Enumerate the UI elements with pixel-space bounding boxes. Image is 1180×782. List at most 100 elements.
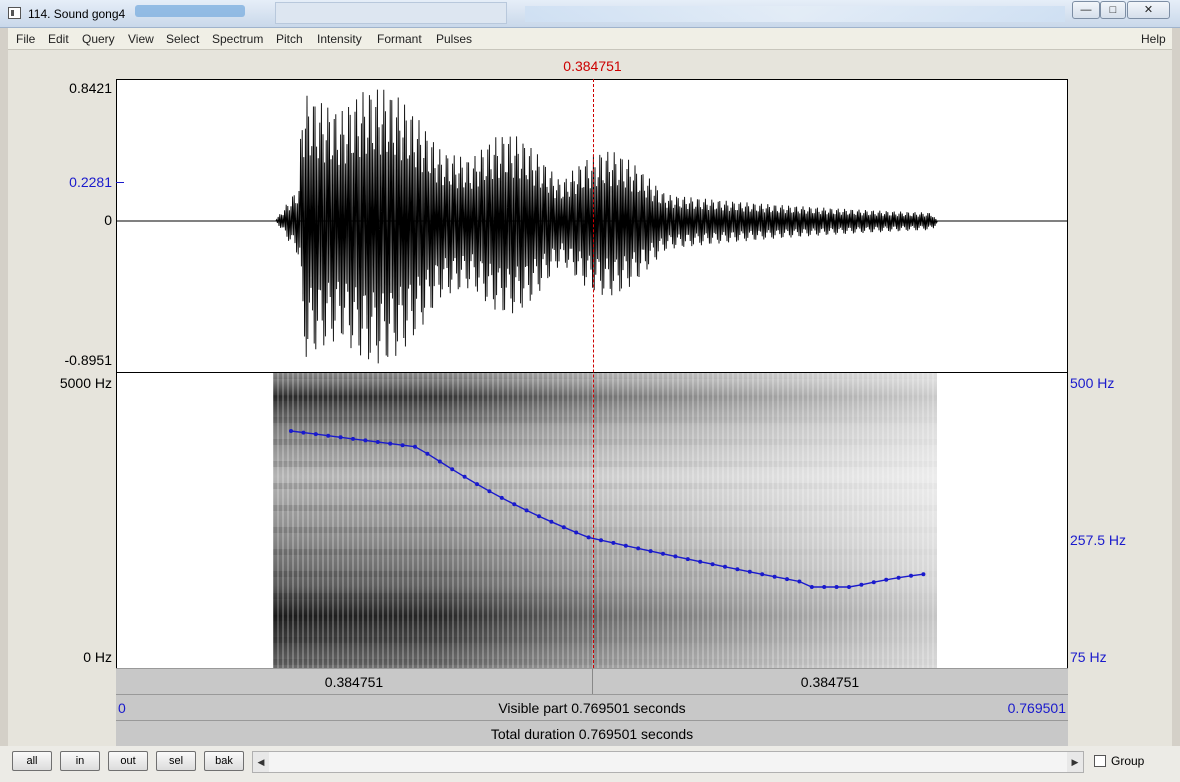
- horizontal-scrollbar[interactable]: ◀ ▶: [252, 751, 1084, 773]
- pitch-point: [425, 451, 430, 456]
- pitch-point: [574, 530, 579, 535]
- window-border: [0, 28, 8, 746]
- pitch-point: [623, 543, 628, 548]
- pitch-point: [549, 519, 554, 524]
- pitch-point: [896, 575, 901, 580]
- zoom-in-button[interactable]: in: [60, 751, 100, 771]
- scroll-right-icon[interactable]: ▶: [1067, 752, 1083, 772]
- pitch-point: [289, 429, 293, 433]
- pitch-point: [524, 508, 529, 513]
- pitch-point: [834, 585, 839, 589]
- waveform-cursor-value-label: 0.2281: [69, 174, 112, 190]
- menu-view[interactable]: View: [128, 32, 154, 46]
- pitch-point: [487, 489, 492, 494]
- cursor-line: [593, 79, 594, 668]
- pitch-point: [921, 572, 926, 577]
- selection-bar[interactable]: 0.384751 0.384751: [116, 668, 1068, 694]
- cursor-time-label: 0.384751: [563, 58, 622, 74]
- pitch-point: [661, 551, 665, 556]
- pitch-point: [363, 438, 368, 443]
- zoom-all-button[interactable]: all: [12, 751, 52, 771]
- window-title: 114. Sound gong4: [28, 7, 126, 21]
- visible-part-bar[interactable]: 0 Visible part 0.769501 seconds 0.769501: [116, 694, 1068, 720]
- waveform-view[interactable]: [116, 79, 1068, 373]
- spectrogram-bottom-freq-label: 0 Hz: [83, 649, 112, 665]
- menu-query[interactable]: Query: [82, 32, 115, 46]
- pitch-point: [413, 444, 417, 449]
- maximize-button[interactable]: □: [1100, 1, 1126, 19]
- pitch-point: [698, 559, 703, 564]
- pitch-point: [871, 580, 876, 585]
- zoom-selection-button[interactable]: sel: [156, 751, 196, 771]
- pitch-point: [499, 495, 504, 500]
- menu-bar: File Edit Query View Select Spectrum Pit…: [0, 28, 1180, 50]
- menu-formant[interactable]: Formant: [377, 32, 422, 46]
- pitch-point: [636, 546, 641, 551]
- pitch-point: [400, 443, 405, 448]
- pitch-point: [723, 564, 727, 569]
- menu-intensity[interactable]: Intensity: [317, 32, 362, 46]
- minimize-button[interactable]: —: [1072, 1, 1100, 19]
- pitch-point: [909, 573, 913, 578]
- pitch-point: [586, 535, 591, 540]
- pitch-point: [375, 440, 380, 444]
- menu-edit[interactable]: Edit: [48, 32, 69, 46]
- window-border: [1172, 28, 1180, 746]
- waveform-trace: [117, 89, 1067, 364]
- spectrogram-view[interactable]: [116, 373, 1068, 668]
- menu-help[interactable]: Help: [1141, 32, 1166, 46]
- app-icon: [8, 7, 21, 19]
- pitch-point: [462, 474, 467, 479]
- menu-pitch[interactable]: Pitch: [276, 32, 303, 46]
- pitch-point: [847, 585, 851, 589]
- menu-select[interactable]: Select: [166, 32, 199, 46]
- spectrogram-top-freq-label: 5000 Hz: [59, 375, 112, 391]
- total-duration-bar[interactable]: Total duration 0.769501 seconds: [116, 720, 1068, 746]
- waveform-zero-label: 0: [104, 212, 112, 228]
- pitch-point: [450, 467, 455, 472]
- pitch-point: [561, 525, 566, 530]
- close-button[interactable]: ✕: [1127, 1, 1170, 19]
- title-bar-decoration: [135, 5, 245, 17]
- pitch-point: [735, 567, 740, 572]
- menu-pulses[interactable]: Pulses: [436, 32, 472, 46]
- pitch-point: [809, 585, 814, 589]
- pitch-point: [313, 432, 318, 437]
- pitch-point: [760, 572, 765, 577]
- visible-part-label: Visible part 0.769501 seconds: [498, 699, 686, 716]
- pitch-point: [710, 562, 715, 567]
- pitch-point: [884, 577, 889, 582]
- pitch-point: [747, 569, 752, 574]
- right-segment-duration[interactable]: 0.384751: [592, 669, 1068, 694]
- pitch-point: [797, 579, 802, 584]
- waveform-plot: [117, 89, 1067, 364]
- pitch-point: [537, 514, 541, 519]
- group-label: Group: [1111, 754, 1145, 768]
- pitch-point: [351, 436, 355, 441]
- waveform-max-label: 0.8421: [69, 80, 112, 96]
- title-bar-decoration: [275, 2, 507, 24]
- menu-file[interactable]: File: [16, 32, 35, 46]
- maximize-icon: □: [1109, 4, 1117, 16]
- pitch-point: [673, 554, 678, 559]
- pitch-point: [301, 430, 306, 435]
- pitch-point: [599, 538, 603, 543]
- menu-spectrum[interactable]: Spectrum: [212, 32, 263, 46]
- left-segment-duration[interactable]: 0.384751: [116, 669, 592, 694]
- scroll-left-icon[interactable]: ◀: [253, 752, 269, 772]
- pitch-point: [388, 441, 393, 446]
- pitch-bottom-label: 75 Hz: [1070, 649, 1107, 665]
- total-duration-label: Total duration 0.769501 seconds: [490, 725, 694, 742]
- pitch-point: [772, 574, 777, 579]
- pitch-point: [822, 585, 827, 589]
- spectrogram-fade: [273, 373, 937, 668]
- pitch-point: [685, 557, 690, 562]
- pitch-point: [475, 482, 479, 487]
- spectrogram-plot: [273, 373, 937, 668]
- group-checkbox[interactable]: [1094, 755, 1106, 767]
- cursor-value-tick: [116, 182, 124, 183]
- pitch-point: [437, 459, 442, 464]
- zoom-back-button[interactable]: bak: [204, 751, 244, 771]
- pitch-point: [648, 549, 653, 554]
- zoom-out-button[interactable]: out: [108, 751, 148, 771]
